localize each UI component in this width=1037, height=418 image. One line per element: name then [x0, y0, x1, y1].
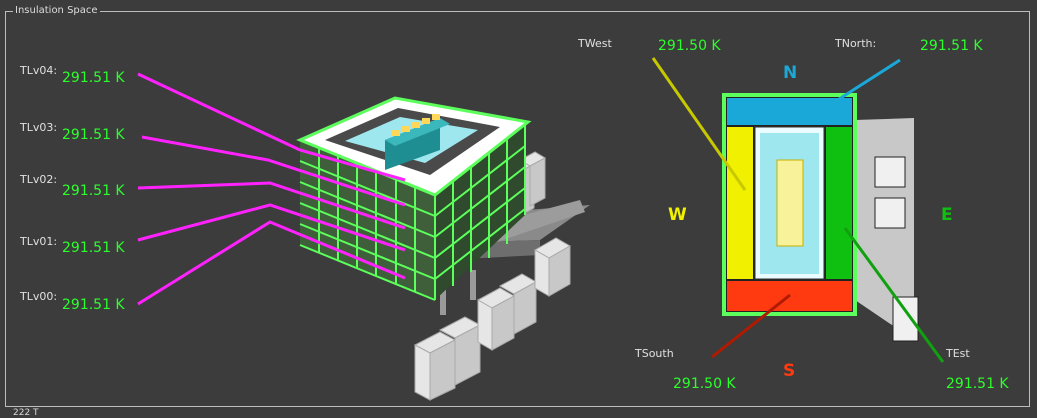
- level-02-label: TLv02:: [20, 173, 58, 186]
- level-03-label: TLv03:: [20, 121, 58, 134]
- level-02-value: 291.51 K: [62, 183, 125, 199]
- level-04-value: 291.51 K: [62, 70, 125, 86]
- compass-south: S: [783, 361, 796, 381]
- south-value: 291.50 K: [673, 376, 736, 392]
- level-01-label: TLv01:: [20, 235, 58, 248]
- north-value: 291.51 K: [920, 38, 983, 54]
- north-label: TNorth:: [835, 37, 877, 50]
- level-01-value: 291.51 K: [62, 240, 125, 256]
- footer-fragment: 222 T: [13, 408, 39, 418]
- compass-north: N: [783, 63, 798, 83]
- building-visualization: [137, 57, 945, 401]
- level-04-label: TLv04:: [20, 64, 58, 77]
- east-value: 291.51 K: [946, 376, 1009, 392]
- level-00-label: TLv00:: [20, 290, 58, 303]
- building-3d-model: [296, 96, 590, 401]
- east-label: TEst: [946, 347, 970, 360]
- plan-view: [722, 93, 919, 342]
- level-00-value: 291.51 K: [62, 297, 125, 313]
- west-value: 291.50 K: [658, 38, 721, 54]
- compass-west: W: [668, 205, 687, 225]
- west-label: TWest: [578, 37, 612, 50]
- north-leader-line: [821, 58, 901, 112]
- level-03-value: 291.51 K: [62, 127, 125, 143]
- south-label: TSouth: [635, 347, 674, 360]
- compass-east: E: [941, 205, 953, 225]
